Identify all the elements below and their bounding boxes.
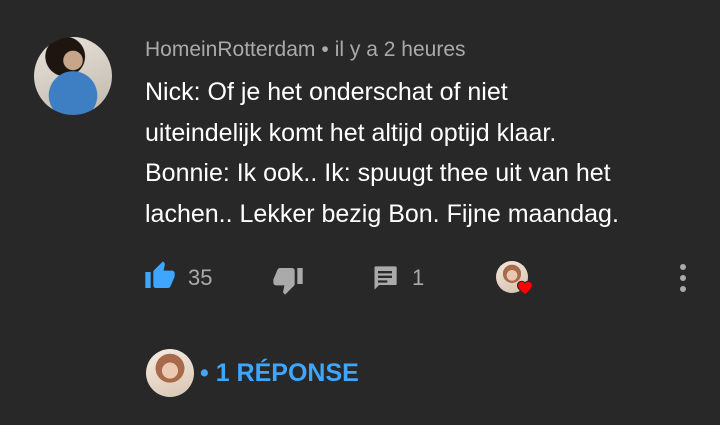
like-count: 35 [188,265,213,290]
thumbs-down-icon[interactable] [272,264,304,296]
view-replies-button[interactable]: • 1 RÉPONSE [200,359,359,388]
comment-timestamp[interactable]: il y a 2 heures [335,38,466,61]
comment-meta: HomeinRotterdam • il y a 2 heures [145,38,466,62]
comment-text: Nick: Of je het onderschat of niet uitei… [145,72,685,234]
creator-heart-badge [496,261,538,301]
comment-line: Bonnie: Ik ook.. Ik: spuugt thee uit van… [145,159,611,187]
author-name[interactable]: HomeinRotterdam [145,38,315,61]
thumbs-up-icon[interactable] [144,260,176,292]
meta-separator: • [321,38,329,61]
reply-author-avatar[interactable] [146,349,194,397]
heart-icon [516,280,534,296]
comment-line: uiteindelijk komt het altijd optijd klaa… [145,118,557,147]
author-avatar[interactable] [34,37,112,115]
comment-icon[interactable] [370,264,400,292]
comment-line: lachen.. Lekker bezig Bon. Fijne maandag… [145,199,619,228]
reply-count: 1 [412,265,425,290]
comment-line: Nick: Of je het onderschat of niet [145,78,508,106]
more-vertical-icon[interactable] [677,262,689,294]
